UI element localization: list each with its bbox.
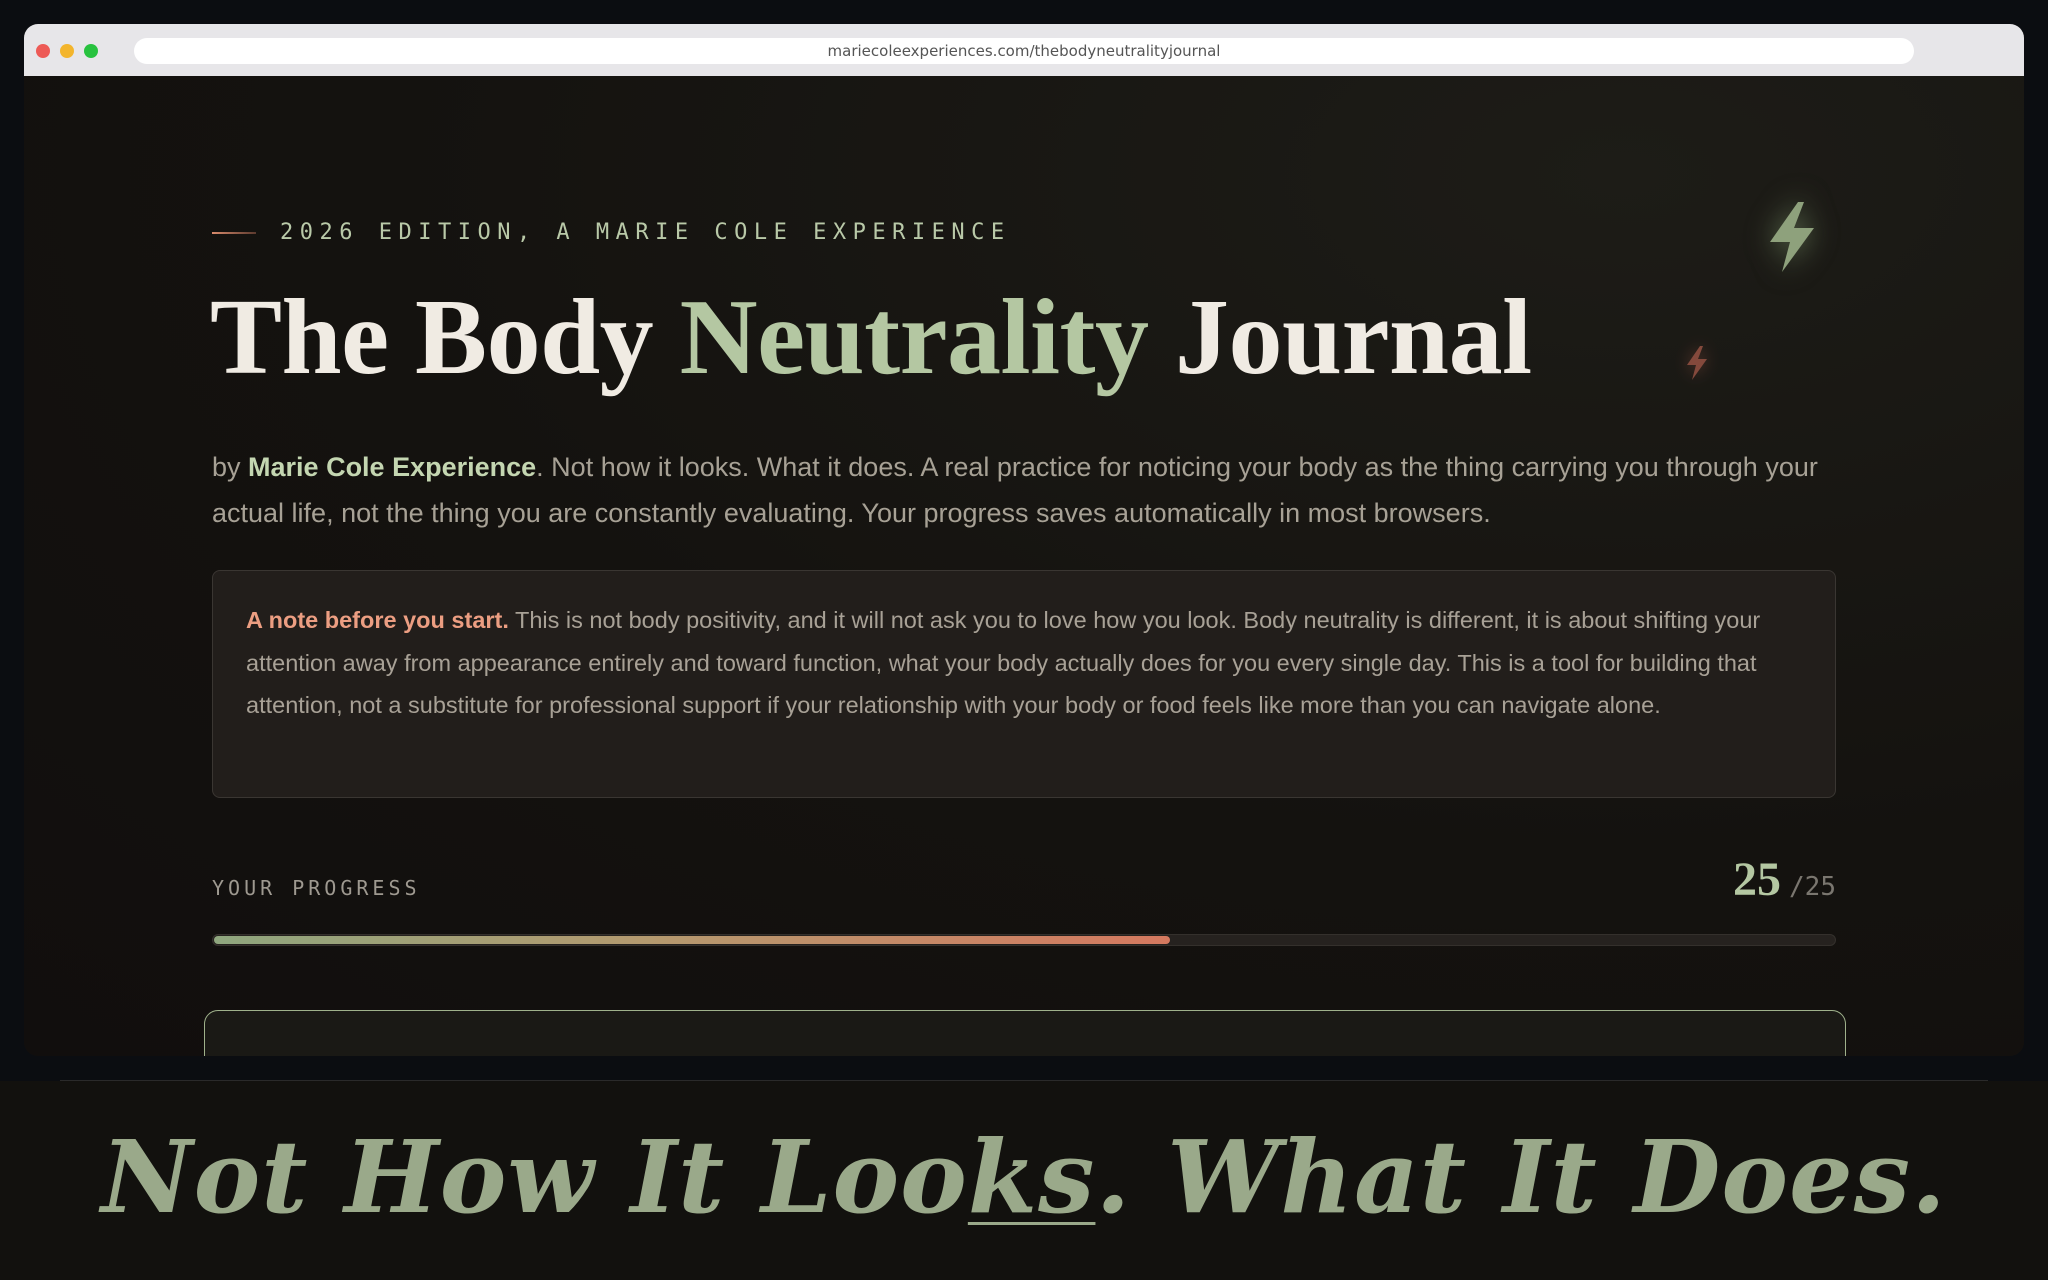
intro-byline: by Marie Cole Experience. Not how it loo… — [212, 444, 1852, 536]
eyebrow-text: 2026 EDITION, A MARIE COLE EXPERIENCE — [280, 220, 1011, 245]
title-part-1: The Body — [210, 278, 680, 397]
note-callout: A note before you start. This is not bod… — [212, 570, 1836, 798]
journal-entry-card[interactable] — [204, 1010, 1846, 1056]
address-bar[interactable]: mariecoleexperiences.com/thebodyneutrali… — [134, 38, 1914, 64]
page-title: The Body Neutrality Journal — [210, 276, 1532, 400]
title-accent: Neutrality — [679, 278, 1149, 397]
progress-total: /25 — [1789, 872, 1836, 902]
browser-chrome: mariecoleexperiences.com/thebodyneutrali… — [24, 24, 2024, 76]
eyebrow-divider — [212, 231, 256, 234]
caption-part-1: Not How It Loo — [101, 1118, 968, 1236]
progress-count: 25 — [1733, 853, 1782, 906]
browser-window: mariecoleexperiences.com/thebodyneutrali… — [24, 24, 2024, 1056]
maximize-window-button[interactable] — [84, 44, 98, 58]
progress-counter: 25 /25 — [1733, 852, 1836, 907]
progress-bar-fill — [214, 936, 1170, 944]
progress-label: YOUR PROGRESS — [212, 876, 421, 900]
title-part-2: Journal — [1148, 278, 1532, 397]
minimize-window-button[interactable] — [60, 44, 74, 58]
caption-underlined: ks — [967, 1118, 1096, 1236]
author-name: Marie Cole Experience — [248, 452, 537, 482]
progress-bar — [212, 934, 1836, 946]
byline-prefix: by — [212, 452, 249, 482]
small-lightning-bolt-icon — [1687, 346, 1707, 380]
edition-eyebrow: 2026 EDITION, A MARIE COLE EXPERIENCE — [212, 220, 1011, 245]
lightning-bolt-icon — [1770, 202, 1814, 272]
page-content: 2026 EDITION, A MARIE COLE EXPERIENCE Th… — [24, 76, 2024, 1056]
note-lead: A note before you start. — [246, 607, 509, 633]
close-window-button[interactable] — [36, 44, 50, 58]
caption-tagline: Not How It Looks. What It Does. — [0, 1118, 2048, 1236]
note-text: A note before you start. This is not bod… — [246, 599, 1803, 727]
caption-part-2: . What It Does. — [1095, 1118, 1947, 1236]
